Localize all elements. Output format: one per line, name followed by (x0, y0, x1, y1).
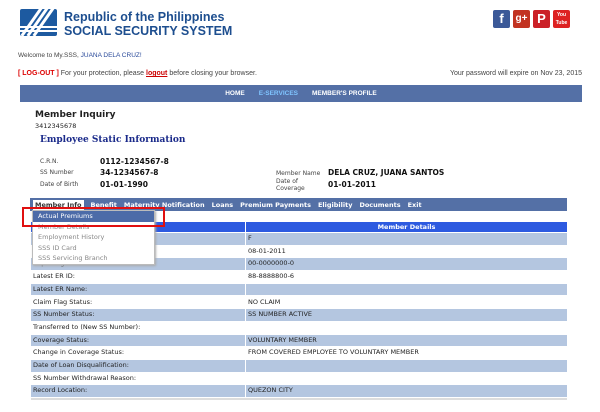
row-value (246, 322, 567, 334)
facebook-icon[interactable]: f (493, 10, 510, 28)
crn-value: 0112-1234567-8 (100, 157, 169, 166)
table-footer-divider (31, 398, 567, 400)
tab-eligibility[interactable]: Eligibility (318, 201, 352, 209)
member-number: 3412345678 (35, 122, 77, 130)
crn-label: C.R.N. (40, 158, 59, 165)
table-row: Record Location: QUEZON CITY (31, 385, 567, 397)
menu-item-employment-history[interactable]: Employment History (33, 232, 154, 243)
logout-bracket-link[interactable]: [ LOG-OUT ] (18, 70, 59, 77)
row-label: SS Number Status: (31, 309, 245, 321)
row-label: Coverage Status: (31, 334, 245, 347)
row-label: Change in Coverage Status: (33, 348, 125, 357)
table-row: Date of Loan Disqualification: (31, 360, 567, 372)
highlight-annotation-box (22, 207, 165, 227)
table-row: Transferred to (New SS Number): (31, 322, 567, 334)
row-value: SS NUMBER ACTIVE (246, 309, 567, 321)
menu-item-sss-servicing-branch[interactable]: SSS Servicing Branch (33, 253, 154, 264)
row-label: Transferred to (New SS Number): (33, 322, 141, 331)
row-value: QUEZON CITY (246, 385, 567, 397)
table-row: Coverage Status: VOLUNTARY MEMBER (31, 334, 567, 347)
tab-premium-payments[interactable]: Premium Payments (240, 201, 311, 209)
section-title: Employee Static Information (40, 135, 186, 145)
row-label: Claim Flag Status: (33, 297, 93, 306)
row-value: 08-01-2011 (248, 246, 286, 255)
logout-bar: [ LOG-OUT ] For your protection, please … (18, 70, 257, 77)
sss-logo (20, 9, 57, 36)
nav-members-profile[interactable]: MEMBER'S PROFILE (312, 90, 377, 97)
ss-label: SS Number (40, 169, 74, 176)
table-row: Latest ER ID: 88-8888800-6 (31, 271, 567, 283)
table-row: Change in Coverage Status: FROM COVERED E… (31, 347, 567, 359)
row-label: SS Number Withdrawal Reason: (33, 373, 137, 382)
nav-home[interactable]: HOME (225, 90, 245, 97)
welcome-text: Welcome to My.SSS, JUANA DELA CRUZ! (18, 52, 142, 59)
row-value (246, 373, 567, 385)
google-plus-icon[interactable]: g+ (513, 10, 530, 28)
ss-value: 34-1234567-8 (100, 168, 159, 177)
password-notice: Your password will expire on Nov 23, 201… (449, 70, 582, 77)
dob-label: Date of Birth (40, 181, 79, 188)
row-value (246, 283, 567, 296)
row-label: Record Location: (31, 385, 245, 397)
org-line2: SOCIAL SECURITY SYSTEM (64, 24, 233, 38)
table-row: Claim Flag Status: NO CLAIM (31, 297, 567, 309)
details-header: Member Details (246, 222, 567, 232)
main-nav: HOME E-SERVICES MEMBER'S PROFILE (20, 85, 582, 102)
row-value: NO CLAIM (248, 297, 281, 306)
member-name-label: Member Name (276, 170, 321, 177)
row-label: Latest ER Name: (31, 283, 245, 296)
row-label: Latest ER ID: (33, 272, 75, 281)
pinterest-icon[interactable]: P (533, 10, 550, 28)
coverage-value: 01-01-2011 (328, 180, 376, 189)
row-value: FROM COVERED EMPLOYEE TO VOLUNTARY MEMBE… (248, 348, 419, 357)
row-value: VOLUNTARY MEMBER (246, 334, 567, 347)
row-value (246, 360, 567, 372)
dob-value: 01-01-1990 (100, 180, 148, 189)
table-row: Latest ER Name: (31, 283, 567, 296)
nav-e-services[interactable]: E-SERVICES (259, 90, 298, 97)
table-row: SS Number Withdrawal Reason: (31, 373, 567, 385)
logout-link[interactable]: logout (146, 70, 167, 77)
coverage-label: Date of Coverage (276, 178, 305, 192)
row-label: Date of Loan Disqualification: (31, 360, 245, 372)
row-value: F (246, 233, 567, 245)
org-line1: Republic of the Philippines (64, 10, 225, 24)
member-name-value: DELA CRUZ, JUANA SANTOS (328, 168, 445, 177)
table-row: SS Number Status: SS NUMBER ACTIVE (31, 309, 567, 321)
youtube-icon[interactable]: You Tube (553, 10, 570, 28)
menu-item-sss-id-card[interactable]: SSS ID Card (33, 243, 154, 254)
tab-exit[interactable]: Exit (408, 201, 422, 209)
tab-documents[interactable]: Documents (359, 201, 400, 209)
tab-loans[interactable]: Loans (212, 201, 234, 209)
row-value: 00-0000000-0 (246, 258, 567, 270)
page-title: Member Inquiry (35, 110, 116, 120)
row-value: 88-8888800-6 (248, 272, 295, 281)
